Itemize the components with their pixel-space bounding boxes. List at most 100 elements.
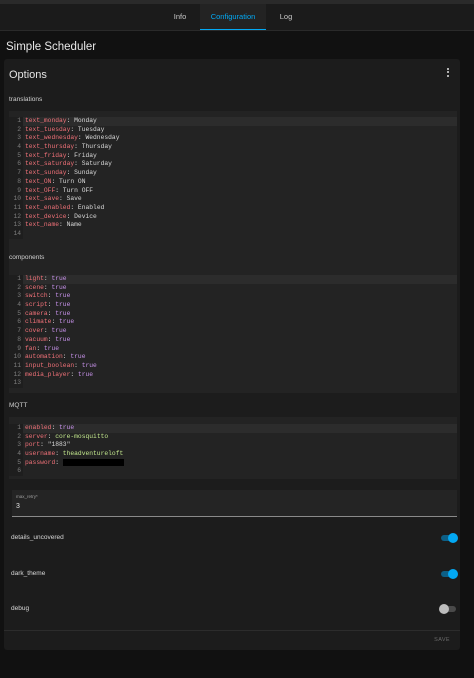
yaml-key: media_player	[25, 370, 71, 378]
code-line[interactable]: 3 switch: true	[9, 292, 457, 302]
yaml-value: Name	[66, 221, 82, 229]
code-text: light: true	[25, 275, 67, 282]
dots-vertical-icon[interactable]	[444, 66, 452, 80]
code-line[interactable]: 2 text_tuesday: Tuesday	[9, 125, 457, 135]
code-line[interactable]: 6 text_saturday: Saturday	[9, 160, 457, 170]
line-number: 2	[9, 125, 23, 135]
tab-info[interactable]: Info	[160, 4, 200, 30]
yaml-key: climate	[25, 318, 52, 326]
toggle-label-dark-theme: dark_theme	[11, 570, 46, 577]
code-line[interactable]: 12 media_player: true	[9, 370, 457, 380]
save-button[interactable]: SAVE	[434, 637, 450, 643]
code-line[interactable]: 2 server: core-mosquitto	[9, 432, 457, 442]
toggle-details-uncovered[interactable]	[440, 533, 458, 543]
line-number: 12	[9, 370, 23, 380]
code-line[interactable]: 3 text_wednesday: Wednesday	[9, 134, 457, 144]
yaml-value: Thursday	[81, 143, 112, 151]
code-line[interactable]: 10 text_save: Save	[9, 195, 457, 204]
code-line[interactable]: 11 text_enabled: Enabled	[9, 203, 457, 213]
line-number: 8	[9, 177, 23, 187]
code-line[interactable]: 2 scene: true	[9, 283, 457, 293]
code-line[interactable]: 5 camera: true	[9, 309, 457, 319]
tab-log[interactable]: Log	[266, 4, 306, 30]
code-line[interactable]: 5 password:	[9, 458, 457, 468]
line-number: 11	[9, 361, 23, 371]
yaml-key: password	[25, 458, 56, 466]
yaml-key: light	[25, 275, 44, 282]
code-text: text_enabled: Enabled	[25, 203, 105, 211]
code-line[interactable]: 4 username: theadventureloft	[9, 450, 457, 459]
code-line[interactable]: 13	[9, 379, 457, 388]
toggle-debug[interactable]	[439, 604, 457, 614]
yaml-value: Wednesday	[85, 134, 120, 142]
line-number: 11	[9, 203, 23, 213]
code-text: cover: true	[25, 327, 67, 335]
code-line[interactable]: 14	[9, 229, 457, 239]
max-retry-field[interactable]: max_retry*	[12, 490, 457, 517]
code-line[interactable]: 6	[9, 467, 457, 477]
yaml-value: true	[51, 327, 67, 335]
max-retry-input[interactable]	[16, 503, 216, 510]
toggle-label-debug: debug	[11, 605, 30, 612]
line-number: 13	[9, 379, 23, 388]
mqtt-editor[interactable]: 1 enabled: true 2 server: core-mosquitto 3 po…	[9, 417, 457, 479]
line-number: 8	[9, 335, 23, 345]
code-text: text_device: Device	[25, 212, 97, 220]
yaml-value: theadventureloft	[62, 450, 124, 458]
code-line[interactable]: 5 text_friday: Friday	[9, 151, 457, 161]
tab-configuration[interactable]: Configuration	[200, 4, 266, 30]
yaml-key: text_thursday	[25, 143, 75, 151]
code-text: automation: true	[25, 353, 86, 361]
yaml-value: Save	[66, 195, 82, 203]
code-text: text_friday: Friday	[25, 151, 97, 159]
yaml-key: automation	[25, 353, 63, 361]
code-line[interactable]: 13 text_name: Name	[9, 221, 457, 230]
code-line[interactable]: 9 text_OFF: Turn OFF	[9, 186, 457, 196]
code-line[interactable]: 8 text_ON: Turn ON	[9, 177, 457, 187]
code-text: server: core-mosquitto	[25, 432, 109, 440]
code-text: text_sunday: Sunday	[25, 169, 97, 177]
line-number: 12	[9, 212, 23, 222]
line-number: 14	[9, 229, 23, 239]
yaml-key: fan	[25, 344, 37, 352]
yaml-key: vacuum	[25, 335, 48, 343]
code-text: text_saturday: Saturday	[25, 160, 112, 168]
yaml-key: camera	[25, 309, 48, 317]
code-line[interactable]: 10 automation: true	[9, 353, 457, 362]
yaml-value: true	[55, 301, 71, 309]
code-line[interactable]: 4 script: true	[9, 301, 457, 310]
code-line[interactable]: 6 climate: true	[9, 318, 457, 328]
code-line[interactable]: 7 cover: true	[9, 327, 457, 336]
code-line[interactable]: 1 enabled: true	[9, 424, 457, 433]
components-editor[interactable]: 1 light: true 2 scene: true 3 switch: true 4 sc…	[9, 267, 457, 393]
code-line[interactable]: 12 text_device: Device	[9, 212, 457, 222]
yaml-value: true	[70, 353, 86, 361]
mqtt-code[interactable]: 1 enabled: true 2 server: core-mosquitto 3 po…	[9, 424, 457, 477]
code-text: climate: true	[25, 318, 75, 326]
code-line[interactable]: 4 text_thursday: Thursday	[9, 143, 457, 152]
yaml-key: text_sunday	[25, 169, 67, 177]
yaml-value: Enabled	[77, 203, 105, 211]
code-line[interactable]: 1 text_monday: Monday	[9, 117, 457, 126]
code-line[interactable]: 9 fan: true	[9, 344, 457, 354]
code-line[interactable]: 3 port: "1883"	[9, 441, 457, 451]
line-number: 5	[9, 458, 23, 468]
line-number: 10	[9, 195, 23, 204]
translations-code[interactable]: 1 text_monday: Monday 2 text_tuesday: Tuesd…	[9, 117, 457, 239]
code-line[interactable]: 11 input_boolean: true	[9, 361, 457, 371]
line-number: 7	[9, 327, 23, 336]
components-code[interactable]: 1 light: true 2 scene: true 3 switch: true 4 sc…	[9, 275, 457, 388]
toggle-dark-theme[interactable]	[440, 569, 458, 579]
code-line[interactable]: 8 vacuum: true	[9, 335, 457, 345]
yaml-key: text_name	[25, 221, 60, 229]
yaml-key: switch	[25, 292, 48, 300]
code-line[interactable]: 1 light: true	[9, 275, 457, 284]
card-title: Options	[9, 69, 47, 81]
code-text: script: true	[25, 301, 71, 309]
code-text: port: "1883"	[25, 441, 71, 449]
code-line[interactable]: 7 text_sunday: Sunday	[9, 169, 457, 178]
yaml-value: true	[55, 335, 71, 343]
yaml-key: script	[25, 301, 48, 309]
